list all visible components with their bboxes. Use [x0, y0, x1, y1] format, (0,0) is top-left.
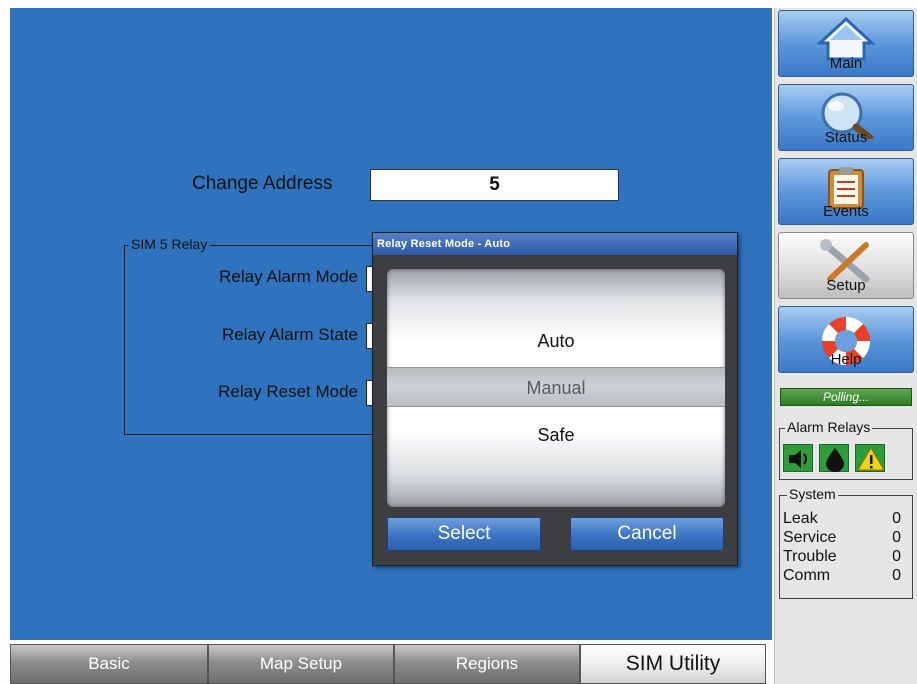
tab-basic[interactable]: Basic — [10, 644, 208, 684]
system-label-service: Service — [783, 529, 837, 546]
system-row-leak: Leak 0 — [783, 510, 901, 527]
change-address-label: Change Address — [192, 173, 333, 194]
nav-setup-label: Setup — [826, 277, 866, 294]
sidebar: Main Status Events Setup Help Polling...… — [774, 8, 917, 684]
nav-status-button[interactable]: Status — [778, 84, 914, 151]
option-picker[interactable]: Auto Manual Safe — [387, 269, 725, 507]
nav-events-button[interactable]: Events — [778, 158, 914, 225]
speaker-icon — [783, 444, 813, 472]
nav-setup-button[interactable]: Setup — [778, 232, 914, 299]
relay-group-title: SIM 5 Relay — [128, 236, 211, 252]
relay-reset-mode-label: Relay Reset Mode — [218, 382, 358, 401]
polling-indicator: Polling... — [780, 388, 912, 406]
system-row-service: Service 0 — [783, 529, 901, 546]
tab-map-setup[interactable]: Map Setup — [208, 644, 394, 684]
option-manual[interactable]: Manual — [387, 367, 725, 407]
screen: Change Address 5 SIM 5 Relay Relay Alarm… — [0, 0, 917, 684]
option-auto[interactable]: Auto — [387, 321, 725, 361]
nav-events-label: Events — [823, 203, 869, 220]
system-value-service: 0 — [892, 529, 901, 546]
relay-reset-mode-dialog: Relay Reset Mode - Auto Auto Manual Safe… — [372, 232, 738, 566]
nav-main-button[interactable]: Main — [778, 10, 914, 77]
relay-alarm-state-label: Relay Alarm State — [221, 325, 358, 344]
option-safe[interactable]: Safe — [387, 415, 725, 455]
system-value-comm: 0 — [892, 567, 901, 584]
change-address-input[interactable]: 5 — [370, 169, 619, 201]
relay-alarm-mode-label: Relay Alarm Mode — [219, 267, 358, 286]
nav-help-label: Help — [830, 351, 862, 368]
alarm-relays-title: Alarm Relays — [785, 419, 873, 435]
system-label-comm: Comm — [783, 567, 831, 584]
select-button[interactable]: Select — [387, 517, 541, 551]
drop-icon — [819, 444, 849, 472]
bottom-tab-bar: Basic Map Setup Regions SIM Utility — [10, 644, 772, 684]
warning-icon — [855, 444, 885, 472]
dialog-title: Relay Reset Mode - Auto — [373, 233, 737, 255]
system-value-trouble: 0 — [892, 548, 901, 565]
system-row-trouble: Trouble 0 — [783, 548, 901, 565]
system-label-trouble: Trouble — [783, 548, 837, 565]
nav-main-label: Main — [829, 55, 863, 72]
nav-status-label: Status — [824, 129, 868, 146]
nav-help-button[interactable]: Help — [778, 306, 914, 373]
system-title: System — [787, 486, 838, 502]
tab-sim-utility[interactable]: SIM Utility — [580, 644, 766, 684]
cancel-button[interactable]: Cancel — [570, 517, 724, 551]
system-label-leak: Leak — [783, 510, 818, 527]
tab-regions[interactable]: Regions — [394, 644, 580, 684]
system-row-comm: Comm 0 — [783, 567, 901, 584]
system-value-leak: 0 — [892, 510, 901, 527]
